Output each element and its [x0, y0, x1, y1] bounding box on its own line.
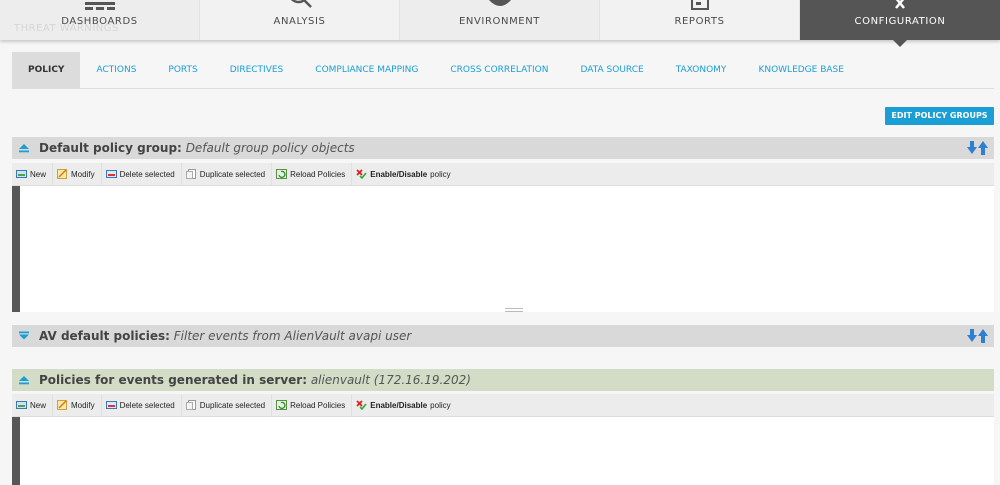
tab-knowledge-base[interactable]: KNOWLEDGE BASE — [742, 52, 860, 88]
group-header-server[interactable]: Policies for events generated in server:… — [12, 369, 994, 391]
tab-compliance-mapping[interactable]: COMPLIANCE MAPPING — [299, 52, 434, 88]
new-policy-button[interactable]: New — [12, 162, 54, 186]
search-icon — [287, 0, 313, 14]
group-name: Default policy group: — [39, 141, 182, 155]
nav-environment[interactable]: ENVIRONMENT — [400, 0, 600, 40]
policy-toolbar: New Modify Delete selected Duplicate sel… — [12, 393, 994, 417]
group-title: Default policy group: Default group poli… — [39, 141, 355, 155]
group-name: AV default policies: — [39, 329, 170, 343]
group-title: Policies for events generated in server:… — [39, 373, 471, 387]
policy-toolbar: New Modify Delete selected Duplicate sel… — [12, 162, 994, 186]
enable-disable-policy-button[interactable]: Enable/Disable policy — [352, 394, 456, 417]
modify-label: Modify — [71, 169, 95, 179]
move-down-icon[interactable] — [967, 329, 977, 343]
reload-policies-button[interactable]: Reload Policies — [272, 162, 353, 186]
nav-analysis[interactable]: ANALYSIS — [200, 0, 400, 40]
modify-policy-button[interactable]: Modify — [53, 162, 102, 186]
group-header-av-default[interactable]: AV default policies: Filter events from … — [12, 325, 994, 347]
nav-environment-label: ENVIRONMENT — [458, 16, 541, 27]
new-label: New — [30, 169, 47, 179]
duplicate-icon — [185, 400, 196, 410]
tab-cross-correlation[interactable]: CROSS CORRELATION — [434, 52, 564, 88]
ghost-text: THREAT WARNINGS — [14, 23, 119, 34]
enable-disable-suffix: policy — [430, 169, 451, 179]
nav-analysis-label: ANALYSIS — [273, 16, 326, 27]
nav-reports[interactable]: REPORTS — [600, 0, 800, 40]
group-description: Default group policy objects — [185, 141, 355, 155]
tab-actions[interactable]: ACTIONS — [80, 52, 152, 88]
reorder-controls — [967, 329, 988, 343]
reload-icon — [276, 169, 288, 179]
enable-disable-suffix: policy — [430, 400, 451, 410]
duplicate-selected-button[interactable]: Duplicate selected — [182, 393, 273, 417]
delete-icon — [105, 170, 117, 178]
tab-ports[interactable]: PORTS — [152, 52, 213, 88]
modify-label: Modify — [71, 400, 95, 410]
modify-icon — [57, 169, 68, 179]
resize-handle[interactable] — [505, 308, 523, 312]
group-name: Policies for events generated in server: — [39, 373, 307, 387]
toggle-icon — [356, 169, 367, 179]
group-description: Filter events from AlienVault avapi user — [173, 329, 412, 343]
top-navigation: DASHBOARDS ANALYSIS ENVIRONMENT REPORTS … — [0, 0, 1000, 47]
group-header-default[interactable]: Default policy group: Default group poli… — [12, 137, 994, 159]
reload-icon — [276, 400, 288, 410]
nav-reports-label: REPORTS — [674, 16, 725, 27]
policy-grid[interactable] — [12, 186, 994, 312]
policy-subnav: POLICY ACTIONS PORTS DIRECTIVES COMPLIAN… — [12, 52, 994, 89]
tab-data-source[interactable]: DATA SOURCE — [565, 52, 660, 88]
new-policy-button[interactable]: New — [12, 393, 54, 417]
reload-policies-button[interactable]: Reload Policies — [272, 393, 353, 417]
delete-label: Delete selected — [119, 400, 175, 410]
collapse-icon[interactable] — [18, 374, 30, 386]
grid-row-marker — [12, 186, 20, 312]
enable-disable-policy-button[interactable]: Enable/Disable policy — [352, 163, 456, 186]
nav-dashboards[interactable]: DASHBOARDS — [0, 0, 200, 40]
modify-icon — [57, 400, 68, 410]
grid-row-marker — [12, 417, 20, 485]
tab-policy[interactable]: POLICY — [12, 52, 81, 88]
nav-configuration[interactable]: CONFIGURATION — [800, 0, 1000, 47]
reload-label: Reload Policies — [290, 400, 346, 410]
expand-icon[interactable] — [18, 330, 30, 342]
dashboard-icon — [84, 0, 115, 14]
edit-policy-groups-button[interactable]: EDIT POLICY GROUPS — [885, 107, 994, 125]
duplicate-label: Duplicate selected — [199, 400, 266, 410]
eye-icon — [487, 0, 513, 14]
nav-configuration-label: CONFIGURATION — [854, 16, 946, 27]
duplicate-label: Duplicate selected — [199, 169, 266, 179]
move-up-icon[interactable] — [978, 329, 988, 343]
new-label: New — [30, 400, 47, 410]
new-icon — [16, 401, 27, 409]
collapse-icon[interactable] — [18, 142, 30, 154]
move-down-icon[interactable] — [967, 141, 977, 155]
new-icon — [16, 170, 27, 178]
policy-grid[interactable] — [12, 417, 994, 485]
group-description: alienvault (172.16.19.202) — [310, 373, 471, 387]
delete-selected-button[interactable]: Delete selected — [102, 393, 182, 417]
toggle-icon — [356, 400, 367, 410]
close-icon — [888, 0, 912, 14]
delete-selected-button[interactable]: Delete selected — [102, 162, 182, 186]
group-title: AV default policies: Filter events from … — [39, 329, 411, 343]
delete-icon — [105, 401, 117, 409]
enable-disable-label: Enable/Disable — [370, 169, 428, 179]
tab-taxonomy[interactable]: TAXONOMY — [660, 52, 743, 88]
reorder-controls — [967, 141, 988, 155]
modify-policy-button[interactable]: Modify — [53, 393, 102, 417]
tab-directives[interactable]: DIRECTIVES — [214, 52, 300, 88]
move-up-icon[interactable] — [978, 141, 988, 155]
duplicate-icon — [185, 169, 196, 179]
delete-label: Delete selected — [119, 169, 175, 179]
reload-label: Reload Policies — [290, 169, 346, 179]
enable-disable-label: Enable/Disable — [370, 400, 428, 410]
report-icon — [689, 0, 711, 14]
duplicate-selected-button[interactable]: Duplicate selected — [182, 162, 273, 186]
